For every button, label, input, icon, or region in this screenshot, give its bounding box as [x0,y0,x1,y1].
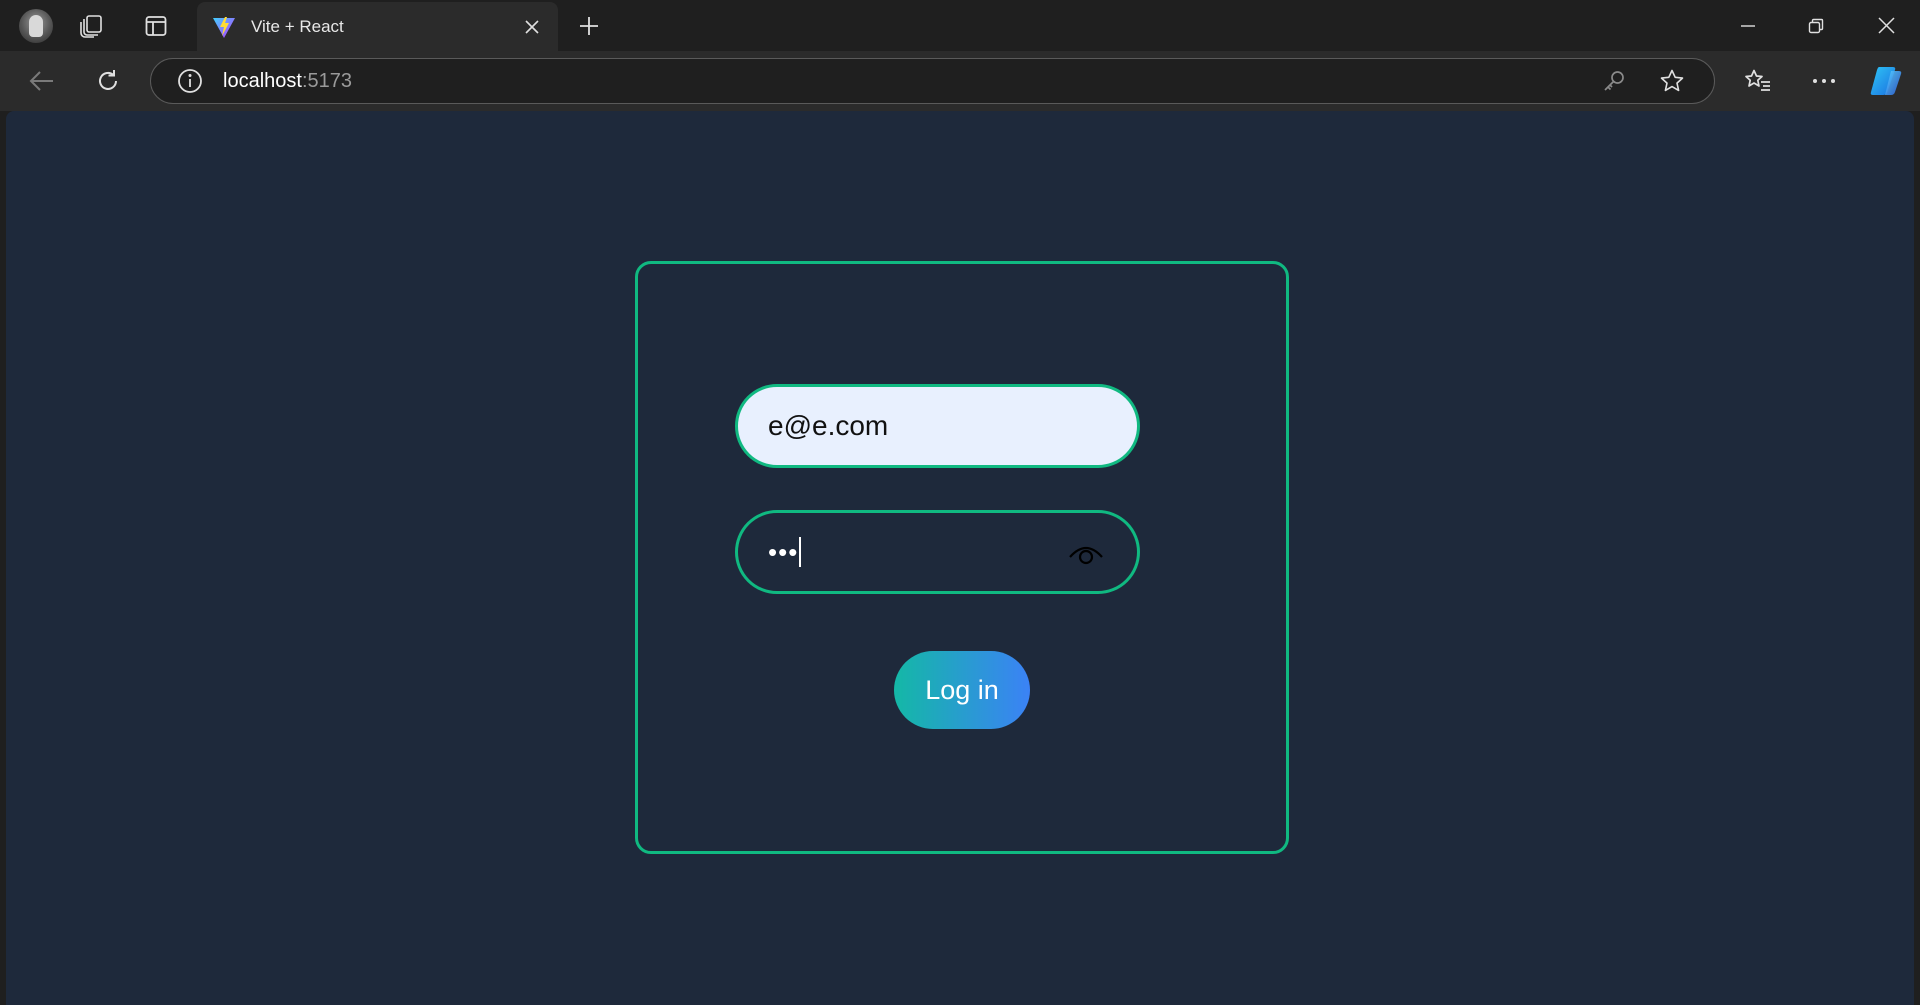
back-icon [29,71,53,91]
favorites-button[interactable] [1734,57,1782,105]
tab-actions-button[interactable] [130,0,182,51]
url-text[interactable]: localhost:5173 [223,70,1594,93]
url-port: :5173 [301,69,352,92]
reload-icon [99,70,117,90]
email-value: e@e.com [768,410,889,441]
browser-toolbar: localhost:5173 [0,51,1920,111]
workspaces-button[interactable] [66,0,118,51]
favorite-button[interactable] [1652,61,1692,101]
window-close-button[interactable] [1852,0,1920,51]
minimize-button[interactable] [1714,0,1782,51]
url-host: localhost [223,69,302,92]
settings-more-button[interactable] [1800,57,1848,105]
vite-favicon-icon [213,16,235,38]
close-icon [525,19,539,34]
workspaces-icon [80,14,102,38]
more-icon [1813,79,1835,83]
passwords-button[interactable] [1594,61,1634,101]
active-tab[interactable]: Vite + React [197,2,558,51]
tab-close-button[interactable] [518,13,546,41]
plus-icon [580,16,598,35]
minimize-icon [1741,24,1755,27]
profile-button[interactable] [10,0,62,51]
tab-actions-icon [145,15,167,36]
address-bar[interactable]: localhost:5173 [150,58,1715,104]
restore-icon [1808,18,1824,33]
text-caret [799,537,802,567]
back-button[interactable] [18,57,66,105]
password-value: ••• [768,536,799,567]
copilot-icon [1870,67,1902,95]
favorites-icon [1745,69,1770,91]
eye-icon[interactable] [1067,537,1105,569]
copilot-button[interactable] [1862,57,1910,105]
star-icon [1660,69,1684,92]
password-input[interactable]: ••• [735,510,1140,594]
login-button[interactable]: Log in [894,651,1030,729]
info-icon [178,69,202,93]
profile-avatar-icon [19,8,53,43]
tab-strip: Vite + React [0,0,1920,51]
new-tab-button[interactable] [565,0,613,51]
login-card: e@e.com ••• Log in [635,261,1289,854]
close-icon [1877,17,1895,34]
page-viewport: e@e.com ••• Log in [6,111,1914,1005]
tab-title: Vite + React [251,16,344,36]
restore-button[interactable] [1782,0,1850,51]
reload-button[interactable] [84,57,132,105]
site-info-button[interactable] [165,59,215,103]
email-input[interactable]: e@e.com [735,384,1140,468]
key-icon [1604,71,1624,91]
